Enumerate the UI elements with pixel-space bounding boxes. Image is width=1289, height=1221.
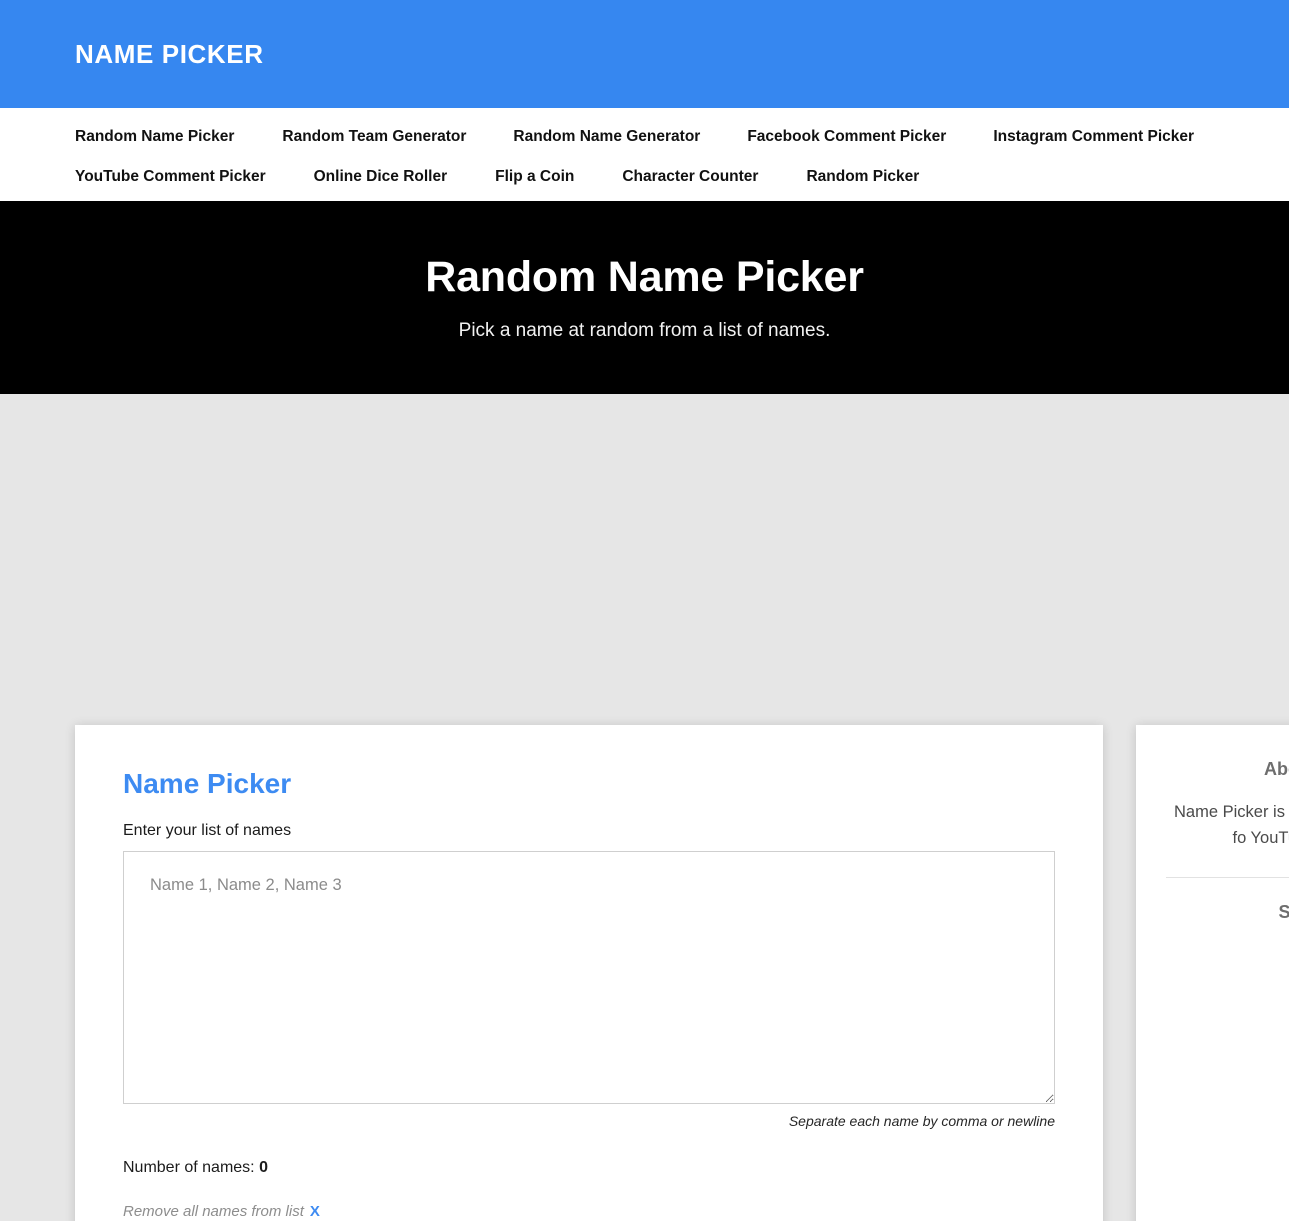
remove-all-names-label: Remove all names from list [123, 1202, 304, 1220]
main-navigation: Random Name Picker Random Team Generator… [0, 108, 1289, 201]
nav-instagram-comment-picker[interactable]: Instagram Comment Picker [993, 128, 1194, 146]
names-input[interactable] [123, 850, 1055, 1104]
site-logo-text[interactable]: NAME PICKER [75, 39, 264, 70]
content-area: Name Picker Enter your list of names Sep… [0, 394, 1289, 1221]
nav-online-dice-roller[interactable]: Online Dice Roller [314, 168, 448, 186]
page-subtitle: Pick a name at random from a list of nam… [458, 320, 831, 341]
nav-row-primary: Random Name Picker Random Team Generator… [75, 108, 1289, 157]
nav-random-picker[interactable]: Random Picker [806, 168, 919, 186]
about-card: About Name Picker is giveaways tools fo … [1136, 725, 1289, 1221]
brand-bar: NAME PICKER [0, 0, 1289, 108]
names-count-label: Number of names: [123, 1158, 255, 1176]
nav-youtube-comment-picker[interactable]: YouTube Comment Picker [75, 168, 266, 186]
nav-row-secondary: YouTube Comment Picker Online Dice Rolle… [75, 157, 1289, 197]
page-title: Random Name Picker [425, 253, 864, 301]
names-count-value: 0 [259, 1158, 268, 1176]
names-count-row: Number of names: 0 [123, 1159, 1055, 1177]
nav-facebook-comment-picker[interactable]: Facebook Comment Picker [747, 128, 946, 146]
nav-random-name-generator[interactable]: Random Name Generator [513, 128, 700, 146]
remove-all-names-row[interactable]: Remove all names from list X [123, 1203, 1055, 1220]
nav-flip-a-coin[interactable]: Flip a Coin [495, 168, 574, 186]
close-icon[interactable]: X [310, 1203, 320, 1220]
about-card-subheading: Sh [1278, 902, 1289, 923]
names-field-label: Enter your list of names [123, 821, 292, 839]
about-card-heading: About [1264, 759, 1289, 779]
card-title: Name Picker [123, 768, 292, 799]
names-input-hint: Separate each name by comma or newline [788, 1112, 1055, 1129]
nav-character-counter[interactable]: Character Counter [622, 168, 758, 186]
nav-random-name-picker[interactable]: Random Name Picker [75, 128, 234, 146]
name-picker-card: Name Picker Enter your list of names Sep… [75, 725, 1103, 1221]
about-card-body: Name Picker is giveaways tools fo YouTub… [1174, 803, 1289, 847]
nav-random-team-generator[interactable]: Random Team Generator [282, 128, 466, 146]
about-card-divider [1166, 877, 1289, 879]
hero-banner: Random Name Picker Pick a name at random… [0, 201, 1289, 394]
